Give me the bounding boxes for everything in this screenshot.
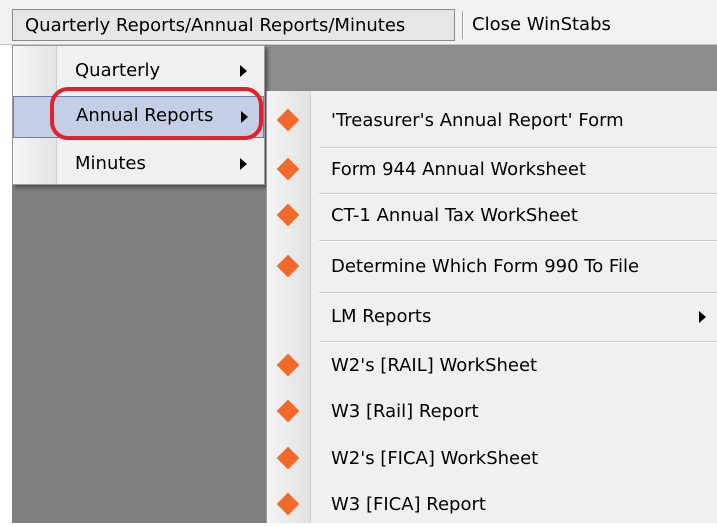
menu-item-form-944-annual-worksheet[interactable]: Form 944 Annual Worksheet <box>267 148 717 192</box>
menu-item-quarterly[interactable]: Quarterly <box>13 51 264 91</box>
menu-item-w3-fica-report[interactable]: W3 [FICA] Report <box>267 483 717 527</box>
annual-reports-submenu: 'Treasurer's Annual Report' Form Form 94… <box>266 91 717 523</box>
menu-item-minutes[interactable]: Minutes <box>13 144 264 184</box>
orange-diamond-icon <box>276 353 300 377</box>
menu-item-w3-rail-report[interactable]: W3 [Rail] Report <box>267 390 717 434</box>
orange-diamond-icon <box>276 254 300 278</box>
menu-item-label: Determine Which Form 990 To File <box>331 256 640 277</box>
orange-diamond-icon <box>276 108 300 132</box>
red-highlight-annotation <box>50 87 263 140</box>
menu-item-w2-rail-worksheet[interactable]: W2's [RAIL] WorkSheet <box>267 344 717 388</box>
orange-diamond-icon <box>276 203 300 227</box>
menu-item-label: W3 [FICA] Report <box>331 494 486 515</box>
menubar-item-close-winstabs[interactable]: Close WinStabs <box>472 9 652 41</box>
orange-diamond-icon <box>276 492 300 516</box>
menu-item-label: 'Treasurer's Annual Report' Form <box>331 110 624 131</box>
menu-item-label: Quarterly <box>75 60 161 81</box>
submenu-arrow-icon <box>240 158 247 170</box>
orange-diamond-icon <box>276 157 300 181</box>
orange-diamond-icon <box>276 446 300 470</box>
menu-item-label: LM Reports <box>331 306 432 327</box>
menu-item-determine-form-990[interactable]: Determine Which Form 990 To File <box>267 245 717 289</box>
orange-diamond-icon <box>276 399 300 423</box>
menubar-separator <box>462 11 464 39</box>
submenu-arrow-icon <box>699 311 706 323</box>
menubar-item-reports[interactable]: Quarterly Reports/Annual Reports/Minutes <box>12 9 455 41</box>
menu-item-label: Form 944 Annual Worksheet <box>331 159 587 180</box>
menu-separator <box>319 292 717 294</box>
menu-item-label: CT-1 Annual Tax WorkSheet <box>331 205 578 226</box>
submenu-arrow-icon <box>240 65 247 77</box>
menu-separator <box>319 341 717 343</box>
menu-item-label: W3 [Rail] Report <box>331 401 479 422</box>
menu-item-label: Minutes <box>75 153 146 174</box>
menu-separator <box>319 240 717 242</box>
menu-item-ct1-annual-tax-worksheet[interactable]: CT-1 Annual Tax WorkSheet <box>267 194 717 238</box>
menu-item-label: W2's [FICA] WorkSheet <box>331 448 539 469</box>
menu-item-label: W2's [RAIL] WorkSheet <box>331 355 538 376</box>
menu-item-treasurers-annual-report-form[interactable]: 'Treasurer's Annual Report' Form <box>267 99 717 143</box>
menu-item-lm-reports[interactable]: LM Reports <box>267 295 717 339</box>
app-toolbar-strip <box>266 45 717 91</box>
menu-item-w2-fica-worksheet[interactable]: W2's [FICA] WorkSheet <box>267 437 717 481</box>
